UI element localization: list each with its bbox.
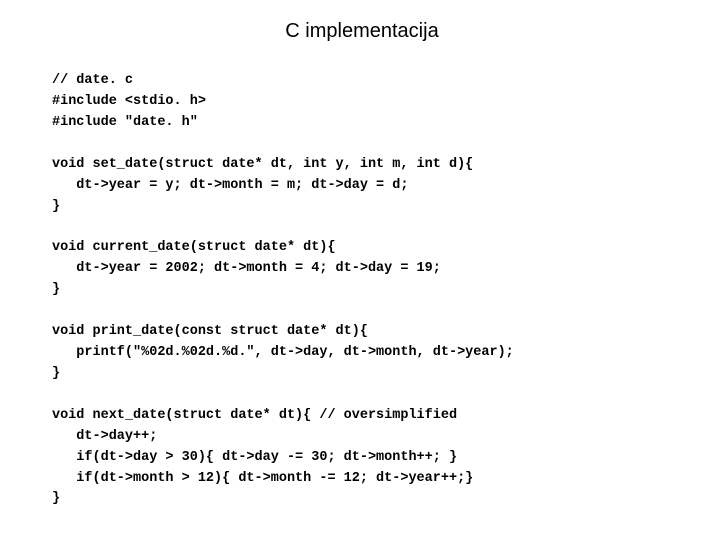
code-line: void print_date(const struct date* dt){ <box>52 324 368 339</box>
code-line: dt->year = 2002; dt->month = 4; dt->day … <box>52 261 441 276</box>
code-line: if(dt->month > 12){ dt->month -= 12; dt-… <box>52 471 473 486</box>
code-line: } <box>52 282 60 297</box>
code-line: } <box>52 366 60 381</box>
code-line: if(dt->day > 30){ dt->day -= 30; dt->mon… <box>52 450 457 465</box>
code-line: void next_date(struct date* dt){ // over… <box>52 408 457 423</box>
code-line: void set_date(struct date* dt, int y, in… <box>52 157 473 172</box>
code-line: dt->year = y; dt->month = m; dt->day = d… <box>52 178 408 193</box>
code-line: dt->day++; <box>52 429 157 444</box>
code-line: printf("%02d.%02d.%d.", dt->day, dt->mon… <box>52 345 514 360</box>
code-line: #include <stdio. h> <box>52 94 206 109</box>
code-line: } <box>52 491 60 506</box>
code-line: // date. c <box>52 73 133 88</box>
code-line: void current_date(struct date* dt){ <box>52 240 336 255</box>
slide-container: C implementacija // date. c #include <st… <box>0 0 720 540</box>
code-line: #include "date. h" <box>52 115 198 130</box>
slide-title: C implementacija <box>52 20 672 43</box>
code-line: } <box>52 199 60 214</box>
code-block: // date. c #include <stdio. h> #include … <box>52 71 672 510</box>
